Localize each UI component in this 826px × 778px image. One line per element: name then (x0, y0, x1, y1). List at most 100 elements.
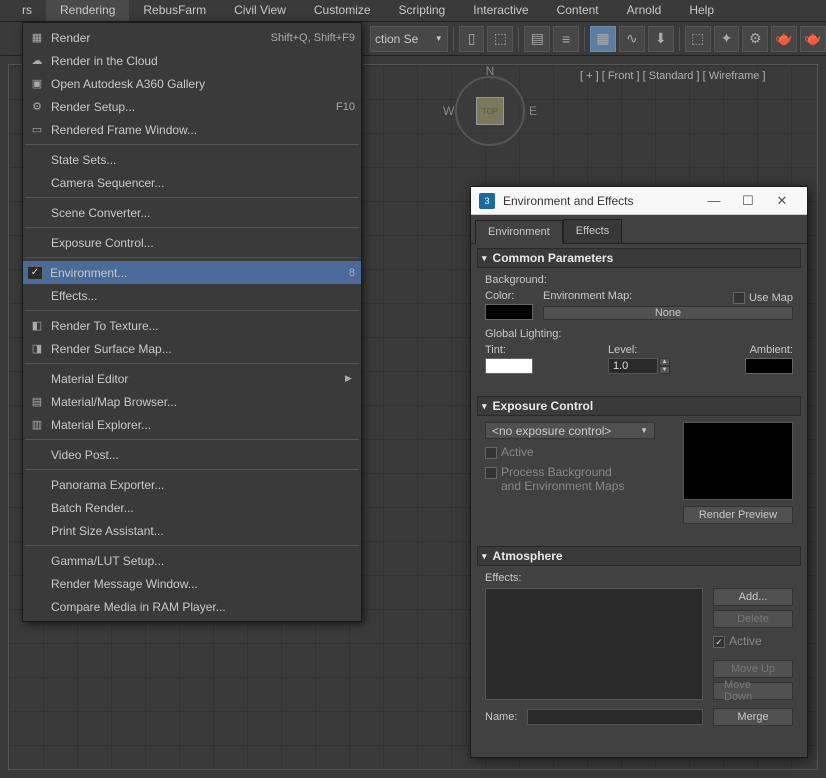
toolbar-icon-6[interactable]: ∿ (619, 26, 645, 52)
toolbar-teapot-2[interactable]: 🫖 (800, 26, 826, 52)
dialog-titlebar[interactable]: 3 Environment and Effects — ☐ ✕ (471, 187, 807, 215)
toolbar-icon-3[interactable]: ▤ (524, 26, 550, 52)
menu-item-environment[interactable]: ✓Environment...8 (23, 261, 361, 284)
atmosphere-active-checkbox[interactable]: Active (713, 634, 793, 648)
menubar-civil-view[interactable]: Civil View (220, 0, 300, 21)
section-common-header[interactable]: ▾ Common Parameters (477, 248, 801, 268)
name-label: Name: (485, 711, 517, 723)
menu-item-material-map-browser[interactable]: ▤Material/Map Browser... (23, 390, 361, 413)
menu-item-panorama-exporter[interactable]: Panorama Exporter... (23, 473, 361, 496)
menu-item-state-sets[interactable]: State Sets... (23, 148, 361, 171)
toolbar-icon-4[interactable]: ≡ (553, 26, 579, 52)
menu-item-render-surface-map[interactable]: ◨Render Surface Map... (23, 337, 361, 360)
usemap-checkbox[interactable]: Use Map (733, 290, 793, 304)
render-preview-button[interactable]: Render Preview (683, 506, 793, 524)
submenu-arrow-icon: ▶ (345, 373, 355, 384)
menubar-help[interactable]: Help (675, 0, 728, 21)
menubar-customize[interactable]: Customize (300, 0, 385, 21)
exposure-active-checkbox[interactable]: Active (485, 445, 673, 459)
menu-item-material-editor[interactable]: Material Editor▶ (23, 367, 361, 390)
envmap-button[interactable]: None (543, 306, 793, 320)
menubar-rs[interactable]: rs (8, 0, 46, 21)
menu-item-render-to-texture[interactable]: ◧Render To Texture... (23, 314, 361, 337)
tab-effects[interactable]: Effects (563, 219, 622, 243)
toolbar-icon-1[interactable]: ▯ (459, 26, 485, 52)
menubar-interactive[interactable]: Interactive (459, 0, 542, 21)
level-spinner[interactable]: ▲▼ (608, 358, 670, 374)
maximize-button[interactable]: ☐ (731, 191, 765, 211)
menu-item-scene-converter[interactable]: Scene Converter... (23, 201, 361, 224)
moveup-button[interactable]: Move Up (713, 660, 793, 678)
blank-icon (27, 371, 47, 387)
blank-icon (27, 205, 47, 221)
effects-label: Effects: (485, 572, 793, 584)
menu-item-exposure-control[interactable]: Exposure Control... (23, 231, 361, 254)
level-input[interactable] (608, 358, 658, 374)
movedown-button[interactable]: Move Down (713, 682, 793, 700)
menubar-scripting[interactable]: Scripting (385, 0, 460, 21)
menu-item-compare-media-in-ram-player[interactable]: Compare Media in RAM Player... (23, 595, 361, 618)
menubar-rendering[interactable]: Rendering (46, 0, 129, 21)
menu-separator (25, 439, 359, 440)
menu-shortcut: F10 (336, 101, 355, 113)
ambient-swatch[interactable] (745, 358, 793, 374)
toolbar-icon-2[interactable]: ⬚ (487, 26, 513, 52)
menu-separator (25, 257, 359, 258)
menu-label: Render To Texture... (47, 319, 355, 333)
effects-listbox[interactable] (485, 588, 703, 700)
tint-label: Tint: (485, 344, 533, 356)
close-button[interactable]: ✕ (765, 191, 799, 211)
menu-item-camera-sequencer[interactable]: Camera Sequencer... (23, 171, 361, 194)
menubar-arnold[interactable]: Arnold (613, 0, 676, 21)
menu-item-material-explorer[interactable]: ▥Material Explorer... (23, 413, 361, 436)
toolbar-icon-9[interactable]: ✦ (714, 26, 740, 52)
merge-button[interactable]: Merge (713, 708, 793, 726)
name-input[interactable] (527, 709, 703, 725)
menu-label: Gamma/LUT Setup... (47, 554, 355, 568)
delete-button[interactable]: Delete (713, 610, 793, 628)
blank-icon (27, 175, 47, 191)
menu-shortcut: 8 (349, 267, 355, 279)
toolbar-icon-8[interactable]: ⬚ (685, 26, 711, 52)
bg-color-swatch[interactable] (485, 304, 533, 320)
frame-icon: ▭ (27, 122, 47, 138)
menu-item-rendered-frame-window[interactable]: ▭Rendered Frame Window... (23, 118, 361, 141)
minimize-button[interactable]: — (697, 191, 731, 211)
process-bg-checkbox[interactable]: Process Background and Environment Maps (485, 465, 673, 493)
viewport-label[interactable]: [ + ] [ Front ] [ Standard ] [ Wireframe… (580, 70, 766, 82)
menu-item-open-autodesk-a360-gallery[interactable]: ▣Open Autodesk A360 Gallery (23, 72, 361, 95)
menu-label: Environment... (46, 266, 349, 280)
section-atmosphere-header[interactable]: ▾ Atmosphere (477, 546, 801, 566)
add-button[interactable]: Add... (713, 588, 793, 606)
menu-separator (25, 144, 359, 145)
tint-swatch[interactable] (485, 358, 533, 374)
toolbar-teapot-1[interactable]: 🫖 (771, 26, 797, 52)
menu-item-effects[interactable]: Effects... (23, 284, 361, 307)
browser-icon: ▤ (27, 394, 47, 410)
menu-item-render-setup[interactable]: ⚙Render Setup...F10 (23, 95, 361, 118)
view-cube[interactable]: N W E TOP (455, 76, 525, 146)
menu-item-render-in-the-cloud[interactable]: ☁Render in the Cloud (23, 49, 361, 72)
menu-item-render-message-window[interactable]: Render Message Window... (23, 572, 361, 595)
exposure-combo[interactable]: <no exposure control>▼ (485, 422, 655, 439)
menu-item-print-size-assistant[interactable]: Print Size Assistant... (23, 519, 361, 542)
menu-item-video-post[interactable]: Video Post... (23, 443, 361, 466)
toolbar-icon-10[interactable]: ⚙ (742, 26, 768, 52)
toolbar-combo[interactable]: ction Se▼ (370, 26, 448, 52)
menubar-rebusfarm[interactable]: RebusFarm (129, 0, 220, 21)
section-exposure-header[interactable]: ▾ Exposure Control (477, 396, 801, 416)
tab-environment[interactable]: Environment (475, 220, 563, 244)
menu-item-render[interactable]: ▦RenderShift+Q, Shift+F9 (23, 26, 361, 49)
menu-label: Render (47, 31, 271, 45)
menu-label: Render Setup... (47, 100, 336, 114)
menu-shortcut: Shift+Q, Shift+F9 (271, 32, 355, 44)
menu-item-gamma-lut-setup[interactable]: Gamma/LUT Setup... (23, 549, 361, 572)
menu-item-batch-render[interactable]: Batch Render... (23, 496, 361, 519)
collapse-icon: ▾ (482, 401, 487, 412)
level-label: Level: (608, 344, 670, 356)
menu-label: State Sets... (47, 153, 355, 167)
menubar-content[interactable]: Content (543, 0, 613, 21)
toolbar-icon-5[interactable]: ▦ (590, 26, 616, 52)
r2t-icon: ◧ (27, 318, 47, 334)
toolbar-icon-7[interactable]: ⬇ (648, 26, 674, 52)
